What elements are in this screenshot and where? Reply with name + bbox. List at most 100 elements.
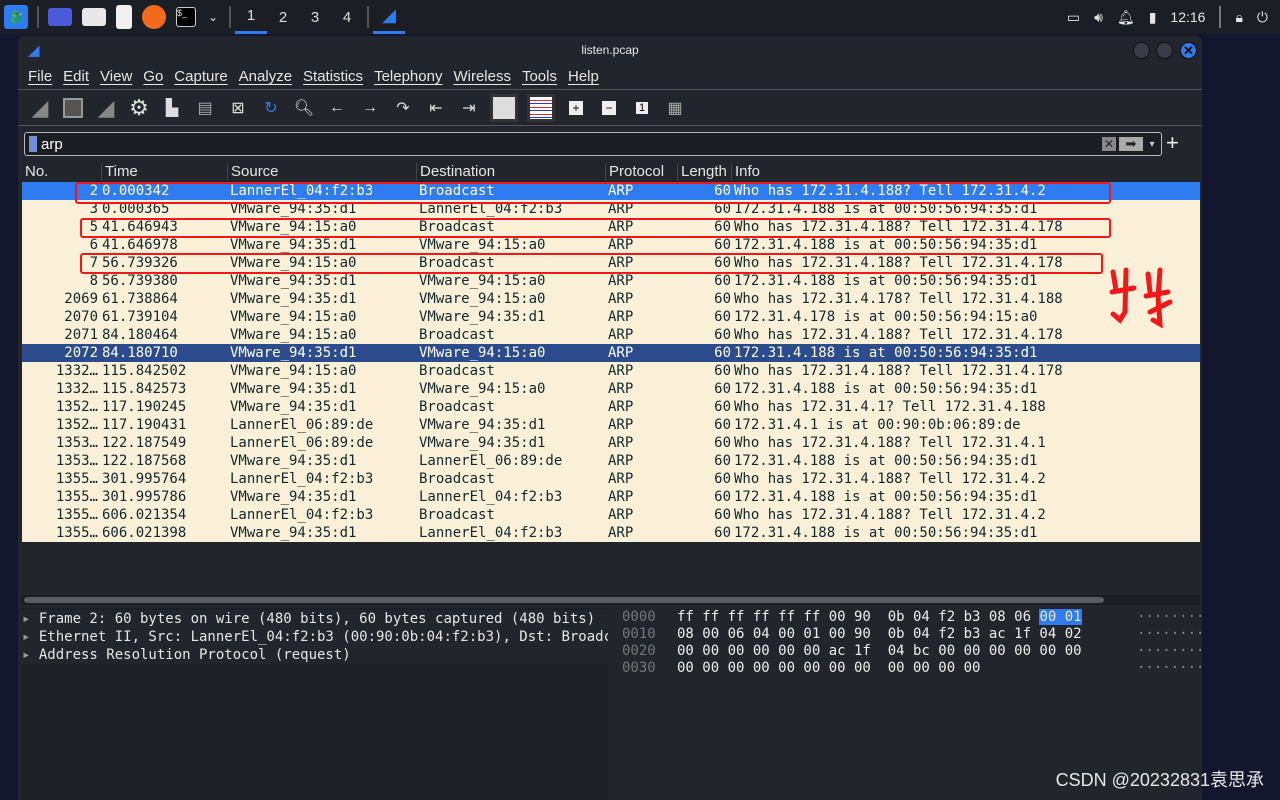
packet-row[interactable]: 1352… 117.190245 VMware_94:35:d1 Broadcast A… — [22, 398, 1200, 416]
clear-filter-icon[interactable]: ✕ — [1102, 137, 1116, 151]
hex-bytes[interactable]: ff ff ff ff ff ff 00 90 0b 04 f2 b3 08 0… — [677, 609, 1082, 626]
save-file-icon[interactable]: ▤ — [193, 96, 217, 120]
go-forward-icon[interactable]: → — [358, 96, 382, 120]
column-source[interactable]: Source — [227, 163, 416, 181]
first-packet-icon[interactable]: ⇤ — [424, 96, 448, 120]
cell-destination: LannerEl_04:f2:b3 — [419, 525, 563, 541]
packet-row[interactable]: 1355… 301.995764 LannerEl_04:f2:b3 Broadcas… — [22, 470, 1200, 488]
text-editor-icon[interactable] — [116, 5, 132, 29]
autoscroll-icon[interactable] — [490, 93, 518, 122]
packet-row[interactable]: 1355… 606.021354 LannerEl_04:f2:b3 Broadcas… — [22, 506, 1200, 524]
reload-file-icon[interactable]: ↻ — [259, 96, 283, 120]
cell-time: 606.021354 — [102, 507, 187, 523]
menu-view[interactable]: View — [100, 68, 132, 85]
chevron-down-icon[interactable]: ⌄ — [206, 5, 220, 29]
zoom-out-icon[interactable]: − — [597, 96, 621, 120]
file-manager-icon[interactable] — [82, 8, 106, 26]
restart-capture-icon[interactable]: ◢ — [94, 95, 118, 120]
menu-go[interactable]: Go — [143, 68, 163, 85]
menu-tools[interactable]: Tools — [522, 68, 557, 85]
hex-bytes[interactable]: 00 00 00 00 00 00 00 00 00 00 00 00 — [677, 660, 980, 677]
packet-row[interactable]: 1332… 115.842502 VMware_94:15:a0 Broadcast A… — [22, 362, 1200, 380]
expand-arrow-icon[interactable]: ▸ — [22, 629, 39, 645]
workspace-1[interactable]: 1 — [235, 0, 267, 34]
column-time[interactable]: Time — [101, 163, 226, 181]
capture-options-gear-icon[interactable]: ⚙ — [127, 95, 151, 120]
menu-analyze[interactable]: Analyze — [239, 68, 292, 85]
filter-dropdown-icon[interactable]: ▾ — [1143, 139, 1161, 150]
normal-size-icon[interactable]: 1 — [630, 96, 654, 120]
detail-tree-item[interactable]: ▸ Ethernet II, Src: LannerEl_04:f2:b3 (0… — [22, 628, 608, 646]
packet-details-pane: ▸ Frame 2: 60 bytes on wire (480 bits), … — [22, 608, 608, 800]
menu-wireless[interactable]: Wireless — [453, 68, 511, 85]
menu-capture[interactable]: Capture — [174, 68, 227, 85]
last-packet-icon[interactable]: ⇥ — [457, 96, 481, 120]
display-filter-input[interactable] — [37, 135, 1102, 153]
terminal-icon[interactable]: $_ — [176, 7, 196, 27]
packet-row[interactable]: 1352… 117.190431 LannerEl_06:89:de VMware_9… — [22, 416, 1200, 434]
network-icon[interactable]: ▭ — [1067, 9, 1080, 26]
workspace-3[interactable]: 3 — [299, 0, 331, 34]
column-info[interactable]: Info — [731, 163, 1191, 181]
cell-info: 172.31.4.1 is at 00:90:0b:06:89:de — [734, 417, 1021, 433]
expand-arrow-icon[interactable]: ▸ — [22, 611, 39, 627]
packet-row[interactable]: 2072 84.180710 VMware_94:35:d1 VMware_94:15… — [22, 344, 1200, 362]
packet-row[interactable]: 1353… 122.187549 LannerEl_06:89:de VMware_9… — [22, 434, 1200, 452]
column-length[interactable]: Length — [677, 163, 731, 181]
packet-row[interactable]: 1355… 301.995786 VMware_94:35:d1 LannerEl_0… — [22, 488, 1200, 506]
menu-file[interactable]: File — [28, 68, 52, 85]
volume-icon[interactable]: 🔊︎ — [1094, 9, 1103, 26]
expand-arrow-icon[interactable]: ▸ — [22, 647, 39, 663]
workspace-2[interactable]: 2 — [267, 0, 299, 34]
packet-row[interactable]: 1353… 122.187568 VMware_94:35:d1 LannerEl_0… — [22, 452, 1200, 470]
firefox-icon[interactable] — [142, 5, 166, 29]
kali-menu-icon[interactable]: 🐉 — [4, 5, 28, 29]
close-button[interactable]: ✕ — [1180, 42, 1197, 59]
packet-row[interactable]: 2070 61.739104 VMware_94:15:a0 VMware_94:35… — [22, 308, 1200, 326]
menu-help[interactable]: Help — [568, 68, 599, 85]
menu-telephony[interactable]: Telephony — [374, 68, 442, 85]
close-file-icon[interactable]: ⊠ — [226, 96, 250, 120]
cell-length: 60 — [714, 273, 731, 289]
divider — [37, 6, 39, 28]
detail-tree-item[interactable]: ▸ Frame 2: 60 bytes on wire (480 bits), … — [22, 610, 608, 628]
clock[interactable]: 12:16 — [1170, 9, 1205, 25]
wireshark-task-button[interactable]: ◢ — [373, 0, 405, 34]
hex-bytes[interactable]: 00 00 00 00 00 00 ac 1f 04 bc 00 00 00 0… — [677, 643, 1082, 660]
go-back-icon[interactable]: ← — [325, 96, 349, 120]
resize-columns-icon[interactable]: ▦ — [663, 96, 687, 120]
packet-row[interactable]: 6 41.646978 VMware_94:35:d1 VMware_94:15:a0… — [22, 236, 1200, 254]
stop-capture-icon[interactable] — [61, 96, 85, 120]
open-file-icon[interactable]: ▙ — [160, 96, 184, 120]
workspace-4[interactable]: 4 — [331, 0, 363, 34]
menu-statistics[interactable]: Statistics — [303, 68, 363, 85]
bookmark-icon[interactable] — [29, 136, 37, 152]
packet-row[interactable]: 2071 84.180464 VMware_94:15:a0 Broadcast ARP… — [22, 326, 1200, 344]
maximize-button[interactable] — [1156, 42, 1173, 59]
start-capture-icon[interactable]: ◢ — [28, 95, 52, 120]
show-desktop-icon[interactable] — [48, 8, 72, 26]
add-filter-button[interactable]: + — [1166, 130, 1179, 156]
packet-row[interactable]: 8 56.739380 VMware_94:35:d1 VMware_94:15:a0… — [22, 272, 1200, 290]
column-destination[interactable]: Destination — [416, 163, 605, 181]
search-icon[interactable]: 🔍︎ — [292, 96, 316, 120]
packet-row[interactable]: 1355… 606.021398 VMware_94:35:d1 LannerEl_0… — [22, 524, 1200, 542]
logout-icon[interactable]: ⏻ — [1257, 9, 1268, 26]
battery-icon[interactable]: ▮ — [1149, 9, 1157, 26]
go-to-packet-icon[interactable]: ↷ — [391, 96, 415, 120]
watermark: CSDN @20232831袁思承 — [1055, 770, 1264, 790]
packet-row[interactable]: 2069 61.738864 VMware_94:35:d1 VMware_94:15… — [22, 290, 1200, 308]
hex-bytes[interactable]: 08 00 06 04 00 01 00 90 0b 04 f2 b3 ac 1… — [677, 626, 1082, 643]
menu-edit[interactable]: Edit — [63, 68, 89, 85]
column-no[interactable]: No. — [22, 163, 100, 181]
column-protocol[interactable]: Protocol — [605, 163, 677, 181]
detail-tree-item[interactable]: ▸ Address Resolution Protocol (request) — [22, 646, 608, 664]
minimize-button[interactable] — [1133, 42, 1150, 59]
notification-bell-icon[interactable]: 🔔︎ — [1117, 9, 1135, 26]
lock-icon[interactable]: 🔒︎ — [1235, 9, 1242, 26]
colorize-icon[interactable] — [527, 93, 555, 122]
zoom-in-icon[interactable]: + — [564, 96, 588, 120]
packet-row[interactable]: 1332… 115.842573 VMware_94:35:d1 VMware_94:… — [22, 380, 1200, 398]
packet-list-horizontal-scrollbar[interactable] — [22, 595, 1200, 605]
apply-filter-icon[interactable]: ➡ — [1119, 137, 1143, 151]
